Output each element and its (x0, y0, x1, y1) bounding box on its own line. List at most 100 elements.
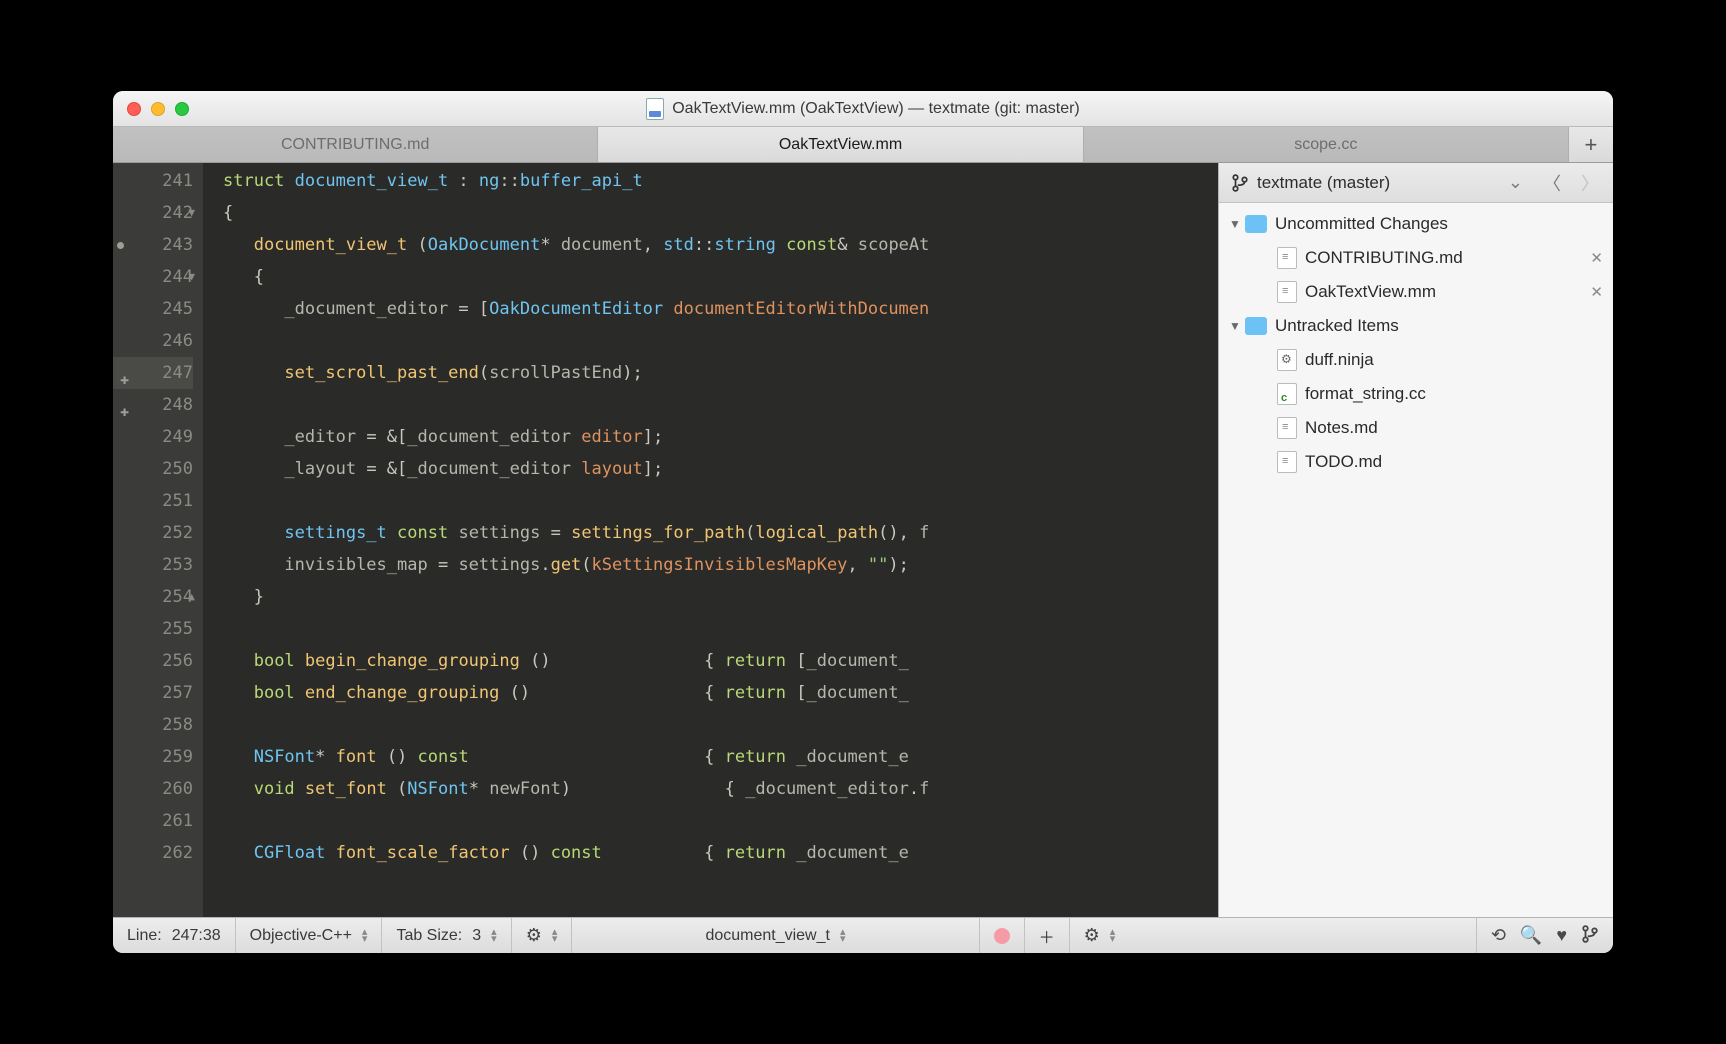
gutter-line[interactable]: 245 (113, 293, 193, 325)
code-line[interactable] (223, 485, 1218, 517)
gutter-line[interactable]: 258 (113, 709, 193, 741)
tree-file[interactable]: duff.ninja (1219, 343, 1613, 377)
sb-language-picker[interactable]: Objective-C++ ▴▾ (236, 918, 383, 953)
code-line[interactable]: bool begin_change_grouping () { return [… (223, 645, 1218, 677)
close-window-button[interactable] (127, 102, 141, 116)
nav-back-button[interactable]: 〈 (1537, 170, 1567, 196)
tree-file[interactable]: Notes.md (1219, 411, 1613, 445)
code-area[interactable]: struct document_view_t : ng::buffer_api_… (203, 163, 1218, 917)
sb-tabsize-picker[interactable]: Tab Size: 3 ▴▾ (382, 918, 511, 953)
gutter-line[interactable]: 253 (113, 549, 193, 581)
chevron-down-icon[interactable]: ⌄ (1502, 172, 1529, 193)
tab-oaktextview[interactable]: OakTextView.mm (598, 127, 1083, 162)
fold-toggle-icon[interactable]: ▲ (188, 581, 195, 613)
code-line[interactable] (223, 613, 1218, 645)
code-line[interactable]: bool end_change_grouping () { return [_d… (223, 677, 1218, 709)
gutter-line[interactable]: 256 (113, 645, 193, 677)
gutter-line[interactable]: 242▼ (113, 197, 193, 229)
tab-bar: CONTRIBUTING.md OakTextView.mm scope.cc … (113, 127, 1613, 163)
sb-symbol-picker[interactable]: document_view_t ▴▾ (572, 918, 979, 953)
sb-line-label: Line: (127, 927, 162, 945)
gutter-line[interactable]: 260 (113, 773, 193, 805)
gutter-line[interactable]: 262 (113, 837, 193, 869)
code-line[interactable]: struct document_view_t : ng::buffer_api_… (223, 165, 1218, 197)
code-line[interactable]: _document_editor = [OakDocumentEditor do… (223, 293, 1218, 325)
code-line[interactable]: NSFont* font () const { return _document… (223, 741, 1218, 773)
gutter-line[interactable]: 252 (113, 517, 193, 549)
gutter-line[interactable]: 257 (113, 677, 193, 709)
gutter-line[interactable]: 244▼ (113, 261, 193, 293)
tree-file-label: CONTRIBUTING.md (1305, 248, 1463, 268)
nav-forward-button[interactable]: 〉 (1575, 170, 1605, 196)
sidebar-header[interactable]: textmate (master) ⌄ 〈 〉 (1219, 163, 1613, 203)
code-line[interactable]: } (223, 581, 1218, 613)
code-line[interactable] (223, 805, 1218, 837)
sidebar-tree[interactable]: ▼Uncommitted ChangesCONTRIBUTING.md✕OakT… (1219, 203, 1613, 917)
gutter-line[interactable]: 241 (113, 165, 193, 197)
code-line[interactable]: set_scroll_past_end(scrollPastEnd); (223, 357, 1218, 389)
gutter-line[interactable]: 259 (113, 741, 193, 773)
gutter-line[interactable]: 246 (113, 325, 193, 357)
sb-bundle-menu[interactable]: ⚙ ▴▾ (512, 918, 573, 953)
gutter-line[interactable]: 243 (113, 229, 193, 261)
tab-contributing[interactable]: CONTRIBUTING.md (113, 127, 598, 162)
disclosure-triangle-icon[interactable]: ▼ (1229, 319, 1245, 333)
favorites-icon[interactable]: ♥ (1556, 925, 1567, 946)
fold-toggle-icon[interactable]: ▼ (188, 261, 195, 293)
tab-scope[interactable]: scope.cc (1084, 127, 1569, 162)
gutter-line[interactable]: 251 (113, 485, 193, 517)
sb-recording-indicator[interactable] (980, 918, 1025, 953)
plus-icon: ＋ (1039, 924, 1055, 948)
gutter-line[interactable]: 255 (113, 613, 193, 645)
discard-change-button[interactable]: ✕ (1580, 249, 1603, 267)
tree-group[interactable]: ▼Untracked Items (1219, 309, 1613, 343)
disclosure-triangle-icon[interactable]: ▼ (1229, 217, 1245, 231)
gear-icon: ⚙ (526, 925, 542, 946)
sb-actions-menu[interactable]: ⚙ ▴▾ (1070, 918, 1477, 953)
code-line[interactable]: settings_t const settings = settings_for… (223, 517, 1218, 549)
tree-file[interactable]: TODO.md (1219, 445, 1613, 479)
tree-group[interactable]: ▼Uncommitted Changes (1219, 207, 1613, 241)
code-line[interactable]: document_view_t (OakDocument* document, … (223, 229, 1218, 261)
tree-file-label: duff.ninja (1305, 350, 1374, 370)
code-line[interactable] (223, 709, 1218, 741)
sb-line[interactable]: Line: 247:38 (113, 918, 236, 953)
search-icon[interactable]: 🔍 (1520, 925, 1542, 946)
reload-icon[interactable]: ⟲ (1491, 925, 1506, 946)
gutter-line[interactable]: 247✚ (113, 357, 193, 389)
scm-icon[interactable] (1581, 925, 1599, 943)
minimize-window-button[interactable] (151, 102, 165, 116)
tree-file[interactable]: CONTRIBUTING.md ✕ (1219, 241, 1613, 275)
code-line[interactable]: _layout = &[_document_editor layout]; (223, 453, 1218, 485)
code-line[interactable]: { (223, 261, 1218, 293)
code-line[interactable]: void set_font (NSFont* newFont) { _docum… (223, 773, 1218, 805)
sb-line-pos: 247:38 (172, 927, 221, 945)
gutter-line[interactable]: 250 (113, 453, 193, 485)
window-title-text: OakTextView.mm (OakTextView) — textmate … (672, 100, 1080, 118)
gutter-line[interactable]: 248✚ (113, 389, 193, 421)
git-branch-icon (1231, 174, 1249, 192)
gutter[interactable]: 241242▼243244▼245246247✚248✚249250251252… (113, 163, 203, 917)
dropdown-arrows-icon: ▴▾ (1110, 929, 1116, 943)
code-line[interactable]: { (223, 197, 1218, 229)
sb-symbol-label: document_view_t (705, 927, 830, 945)
tree-file[interactable]: OakTextView.mm✕ (1219, 275, 1613, 309)
code-line[interactable] (223, 325, 1218, 357)
sb-add-button[interactable]: ＋ (1025, 918, 1070, 953)
gutter-line[interactable]: 249 (113, 421, 193, 453)
code-line[interactable]: invisibles_map = settings.get(kSettingsI… (223, 549, 1218, 581)
fold-toggle-icon[interactable]: ▼ (188, 197, 195, 229)
gutter-line[interactable]: 261 (113, 805, 193, 837)
code-editor[interactable]: 241242▼243244▼245246247✚248✚249250251252… (113, 163, 1218, 917)
code-line[interactable]: CGFloat font_scale_factor () const { ret… (223, 837, 1218, 869)
file-icon (1277, 281, 1297, 303)
gutter-line[interactable]: 254▲ (113, 581, 193, 613)
file-icon (1277, 349, 1297, 371)
new-tab-button[interactable]: + (1569, 127, 1613, 162)
code-line[interactable] (223, 389, 1218, 421)
discard-change-button[interactable]: ✕ (1580, 283, 1603, 301)
zoom-window-button[interactable] (175, 102, 189, 116)
file-icon (1277, 451, 1297, 473)
code-line[interactable]: _editor = &[_document_editor editor]; (223, 421, 1218, 453)
tree-file[interactable]: format_string.cc (1219, 377, 1613, 411)
